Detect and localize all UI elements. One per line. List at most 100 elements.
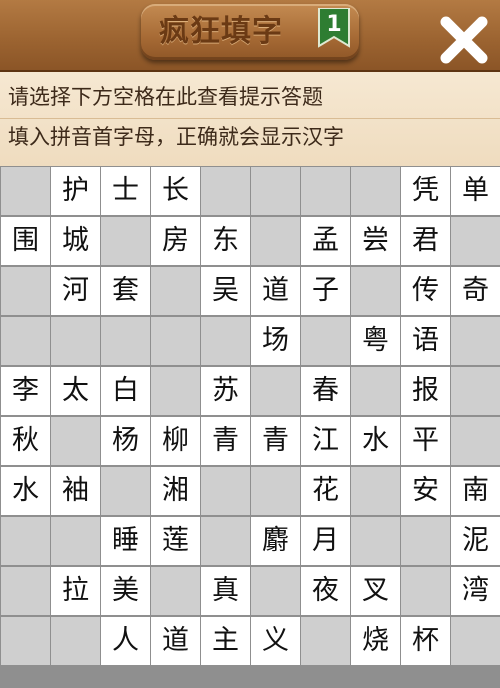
grid-cell-blank[interactable] [251, 367, 300, 415]
grid-cell-blank[interactable] [251, 567, 300, 615]
grid-cell-blank[interactable] [51, 517, 100, 565]
grid-cell-filled[interactable]: 房 [151, 217, 200, 265]
grid-cell-blank[interactable] [51, 617, 100, 665]
grid-cell-blank[interactable] [101, 217, 150, 265]
grid-cell-filled[interactable]: 水 [351, 417, 400, 465]
grid-cell-blank[interactable] [1, 517, 50, 565]
grid-cell-filled[interactable]: 长 [151, 167, 200, 215]
grid-cell-blank[interactable] [101, 467, 150, 515]
grid-cell-blank[interactable] [201, 167, 250, 215]
grid-cell-blank[interactable] [251, 167, 300, 215]
grid-cell-filled[interactable]: 士 [101, 167, 150, 215]
grid-cell-filled[interactable]: 江 [301, 417, 350, 465]
grid-cell-filled[interactable]: 烧 [351, 617, 400, 665]
grid-cell-blank[interactable] [351, 517, 400, 565]
grid-cell-filled[interactable]: 传 [401, 267, 450, 315]
grid-cell-filled[interactable]: 主 [201, 617, 250, 665]
grid-cell-filled[interactable]: 美 [101, 567, 150, 615]
grid-cell-filled[interactable]: 杯 [401, 617, 450, 665]
grid-cell-blank[interactable] [51, 317, 100, 365]
grid-cell-filled[interactable]: 安 [401, 467, 450, 515]
grid-cell-blank[interactable] [201, 517, 250, 565]
grid-cell-filled[interactable]: 河 [51, 267, 100, 315]
grid-cell-blank[interactable] [151, 367, 200, 415]
grid-cell-blank[interactable] [351, 467, 400, 515]
grid-cell-blank[interactable] [351, 167, 400, 215]
grid-cell-blank[interactable] [451, 617, 500, 665]
grid-cell-filled[interactable]: 吴 [201, 267, 250, 315]
grid-cell-filled[interactable]: 莲 [151, 517, 200, 565]
grid-cell-blank[interactable] [1, 317, 50, 365]
grid-cell-filled[interactable]: 月 [301, 517, 350, 565]
grid-cell-filled[interactable]: 场 [251, 317, 300, 365]
grid-cell-filled[interactable]: 夜 [301, 567, 350, 615]
grid-cell-blank[interactable] [401, 567, 450, 615]
grid-cell-filled[interactable]: 孟 [301, 217, 350, 265]
grid-cell-filled[interactable]: 泥 [451, 517, 500, 565]
grid-cell-blank[interactable] [151, 267, 200, 315]
grid-cell-blank[interactable] [101, 317, 150, 365]
grid-cell-blank[interactable] [451, 217, 500, 265]
grid-cell-blank[interactable] [201, 317, 250, 365]
grid-cell-filled[interactable]: 真 [201, 567, 250, 615]
grid-cell-filled[interactable]: 凭 [401, 167, 450, 215]
grid-cell-filled[interactable]: 春 [301, 367, 350, 415]
grid-cell-filled[interactable]: 套 [101, 267, 150, 315]
grid-cell-blank[interactable] [251, 467, 300, 515]
grid-cell-filled[interactable]: 君 [401, 217, 450, 265]
grid-cell-filled[interactable]: 杨 [101, 417, 150, 465]
grid-cell-filled[interactable]: 护 [51, 167, 100, 215]
grid-cell-filled[interactable]: 袖 [51, 467, 100, 515]
grid-cell-blank[interactable] [151, 567, 200, 615]
grid-cell-filled[interactable]: 水 [1, 467, 50, 515]
grid-cell-filled[interactable]: 南 [451, 467, 500, 515]
grid-cell-blank[interactable] [151, 317, 200, 365]
grid-cell-blank[interactable] [1, 167, 50, 215]
grid-cell-blank[interactable] [351, 367, 400, 415]
grid-cell-blank[interactable] [51, 417, 100, 465]
grid-cell-filled[interactable]: 单 [451, 167, 500, 215]
grid-cell-filled[interactable]: 平 [401, 417, 450, 465]
grid-cell-filled[interactable]: 柳 [151, 417, 200, 465]
grid-cell-filled[interactable]: 报 [401, 367, 450, 415]
grid-cell-filled[interactable]: 太 [51, 367, 100, 415]
grid-cell-filled[interactable]: 秋 [1, 417, 50, 465]
grid-cell-blank[interactable] [301, 317, 350, 365]
grid-cell-blank[interactable] [251, 217, 300, 265]
grid-cell-blank[interactable] [301, 167, 350, 215]
grid-cell-filled[interactable]: 苏 [201, 367, 250, 415]
grid-cell-filled[interactable]: 李 [1, 367, 50, 415]
grid-cell-filled[interactable]: 睡 [101, 517, 150, 565]
grid-cell-filled[interactable]: 白 [101, 367, 150, 415]
grid-cell-filled[interactable]: 叉 [351, 567, 400, 615]
grid-cell-filled[interactable]: 东 [201, 217, 250, 265]
grid-cell-filled[interactable]: 尝 [351, 217, 400, 265]
grid-cell-blank[interactable] [1, 617, 50, 665]
grid-cell-filled[interactable]: 义 [251, 617, 300, 665]
grid-cell-filled[interactable]: 城 [51, 217, 100, 265]
grid-cell-filled[interactable]: 青 [201, 417, 250, 465]
grid-cell-blank[interactable] [451, 417, 500, 465]
grid-cell-filled[interactable]: 湘 [151, 467, 200, 515]
grid-cell-filled[interactable]: 人 [101, 617, 150, 665]
close-button[interactable] [436, 12, 492, 68]
grid-cell-filled[interactable]: 围 [1, 217, 50, 265]
grid-cell-blank[interactable] [401, 517, 450, 565]
grid-cell-filled[interactable]: 花 [301, 467, 350, 515]
grid-cell-filled[interactable]: 子 [301, 267, 350, 315]
grid-cell-filled[interactable]: 粤 [351, 317, 400, 365]
grid-cell-filled[interactable]: 奇 [451, 267, 500, 315]
grid-cell-filled[interactable]: 道 [151, 617, 200, 665]
grid-cell-filled[interactable]: 青 [251, 417, 300, 465]
grid-cell-filled[interactable]: 麝 [251, 517, 300, 565]
grid-cell-filled[interactable]: 语 [401, 317, 450, 365]
grid-cell-blank[interactable] [351, 267, 400, 315]
grid-cell-blank[interactable] [301, 617, 350, 665]
grid-cell-filled[interactable]: 道 [251, 267, 300, 315]
grid-cell-blank[interactable] [1, 267, 50, 315]
grid-cell-blank[interactable] [451, 367, 500, 415]
grid-cell-filled[interactable]: 拉 [51, 567, 100, 615]
grid-cell-blank[interactable] [451, 317, 500, 365]
grid-cell-filled[interactable]: 湾 [451, 567, 500, 615]
grid-cell-blank[interactable] [1, 567, 50, 615]
